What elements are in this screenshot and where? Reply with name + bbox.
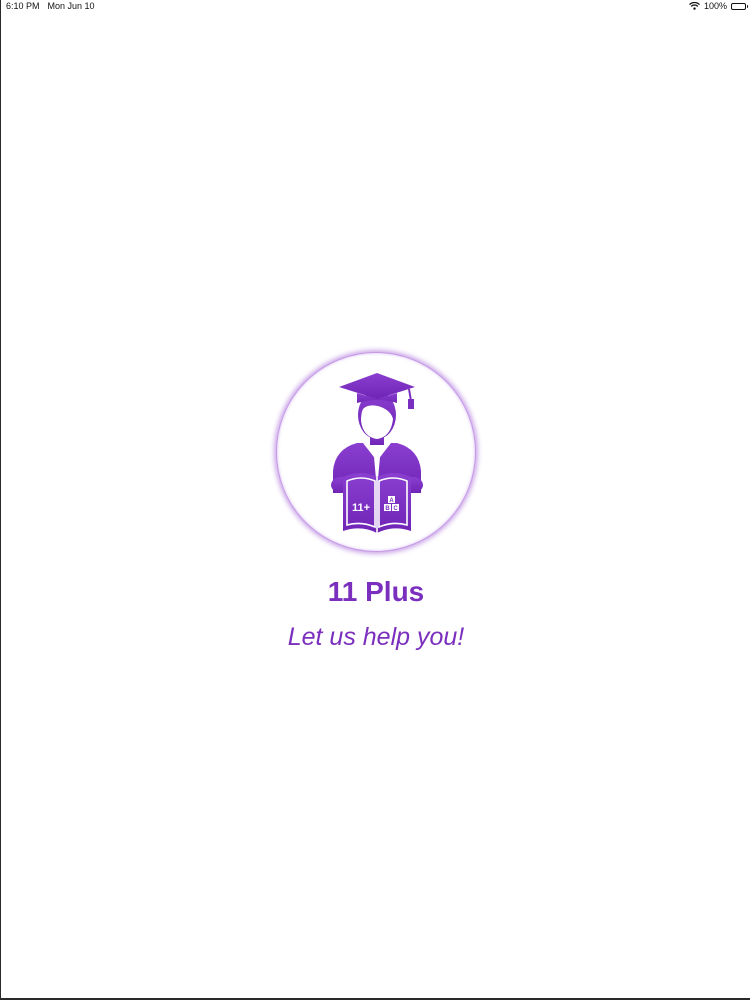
status-time: 6:10 PM [6,1,40,11]
book-letter-c: C [393,506,398,512]
status-right: 100% [689,1,750,11]
splash-screen: 6:10 PM Mon Jun 10 100% 11+ A B C 11 Plu… [0,0,750,1000]
app-title: 11 Plus [327,576,425,607]
book-letter-b: B [385,506,390,512]
app-tagline: Let us help you! [287,623,465,651]
app-logo: 11+ A B C [276,352,476,552]
battery-icon [731,2,748,10]
wifi-icon [689,2,700,10]
graduate-reading-icon: 11+ A B C [331,373,423,533]
book-left-text: 11+ [352,502,370,514]
status-left: 6:10 PM Mon Jun 10 [1,1,95,11]
book-letter-a: A [389,498,394,504]
battery-percentage: 100% [703,1,727,11]
status-bar: 6:10 PM Mon Jun 10 100% [1,0,750,12]
status-date: Mon Jun 10 [47,1,95,11]
